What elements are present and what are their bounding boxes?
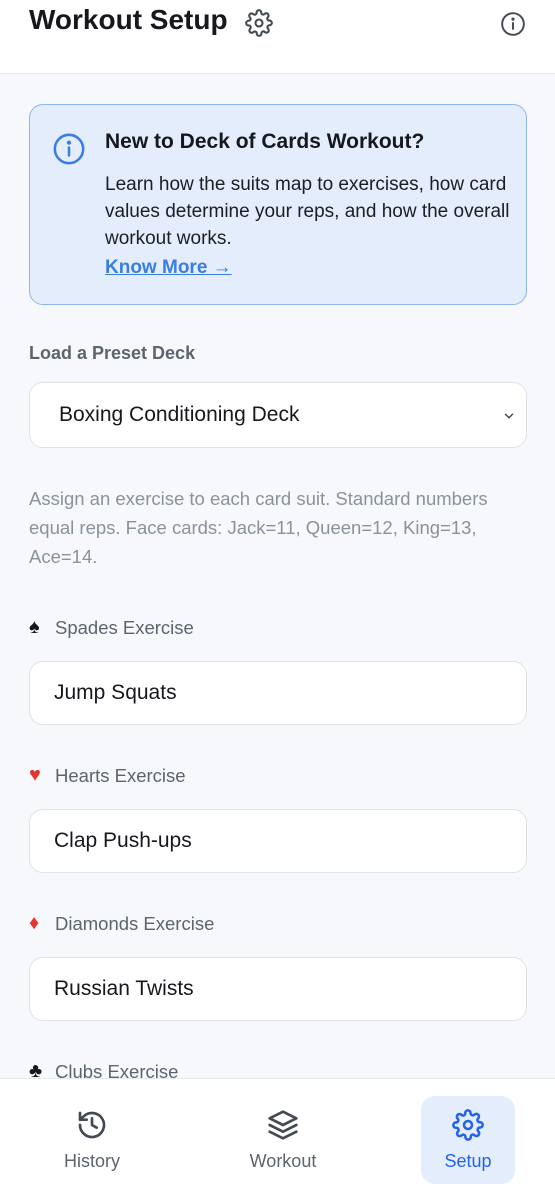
preset-deck-select[interactable]: Boxing Conditioning Deck — [29, 382, 527, 448]
clubs-label-text: Clubs Exercise — [55, 1060, 179, 1079]
spades-exercise-input[interactable] — [29, 661, 527, 725]
nav-history-label: History — [63, 1151, 120, 1171]
diamonds-exercise-input[interactable] — [29, 957, 527, 1021]
setup-content[interactable]: New to Deck of Cards Workout? Learn how … — [0, 74, 555, 1078]
club-icon: ♣ — [29, 1060, 43, 1078]
info-card-title: New to Deck of Cards Workout? — [105, 130, 425, 153]
nav-setup-label: Setup — [444, 1151, 492, 1171]
heart-icon: ♥ — [29, 764, 41, 786]
spades-label-text: Spades Exercise — [55, 616, 194, 638]
diamond-icon: ♦ — [29, 912, 40, 934]
spade-icon: ♠ — [29, 616, 40, 638]
preset-deck-label: Load a Preset Deck — [29, 343, 196, 363]
bottom-nav: History Workout Setup — [0, 1078, 555, 1200]
suit-help-text: Assign an exercise to each card suit. St… — [29, 488, 488, 567]
history-icon — [78, 1111, 106, 1139]
nav-setup[interactable]: Setup — [421, 1096, 515, 1184]
hearts-label-text: Hearts Exercise — [55, 764, 186, 786]
app-root: Workout Setup New to Deck of Cards Worko… — [0, 0, 555, 1200]
diamonds-label-text: Diamonds Exercise — [55, 912, 215, 934]
gear-icon — [452, 1109, 484, 1141]
info-circle-icon — [53, 133, 85, 165]
top-header: Workout Setup — [0, 0, 555, 74]
nav-workout-label: Workout — [249, 1151, 317, 1171]
nav-history[interactable]: History — [45, 1096, 139, 1184]
chevron-down-icon — [504, 413, 514, 419]
know-more-link[interactable]: Know More → — [105, 257, 232, 279]
nav-workout[interactable]: Workout — [236, 1096, 330, 1184]
hearts-exercise-label: ♥ Hearts Exercise — [29, 764, 186, 787]
diamonds-exercise-label: ♦ Diamonds Exercise — [29, 912, 214, 935]
clubs-exercise-label: ♣ Clubs Exercise — [29, 1060, 178, 1078]
spades-exercise-label: ♠ Spades Exercise — [29, 616, 194, 639]
page-title: Workout Setup — [29, 4, 228, 35]
info-card-description: Learn how the suits map to exercises, ho… — [105, 174, 510, 249]
preset-deck-selected-value: Boxing Conditioning Deck — [59, 403, 300, 426]
info-circle-icon[interactable] — [500, 11, 526, 37]
intro-info-card: New to Deck of Cards Workout? Learn how … — [29, 104, 527, 305]
gear-icon[interactable] — [245, 9, 273, 37]
hearts-exercise-input[interactable] — [29, 809, 527, 873]
layers-icon — [268, 1110, 298, 1140]
